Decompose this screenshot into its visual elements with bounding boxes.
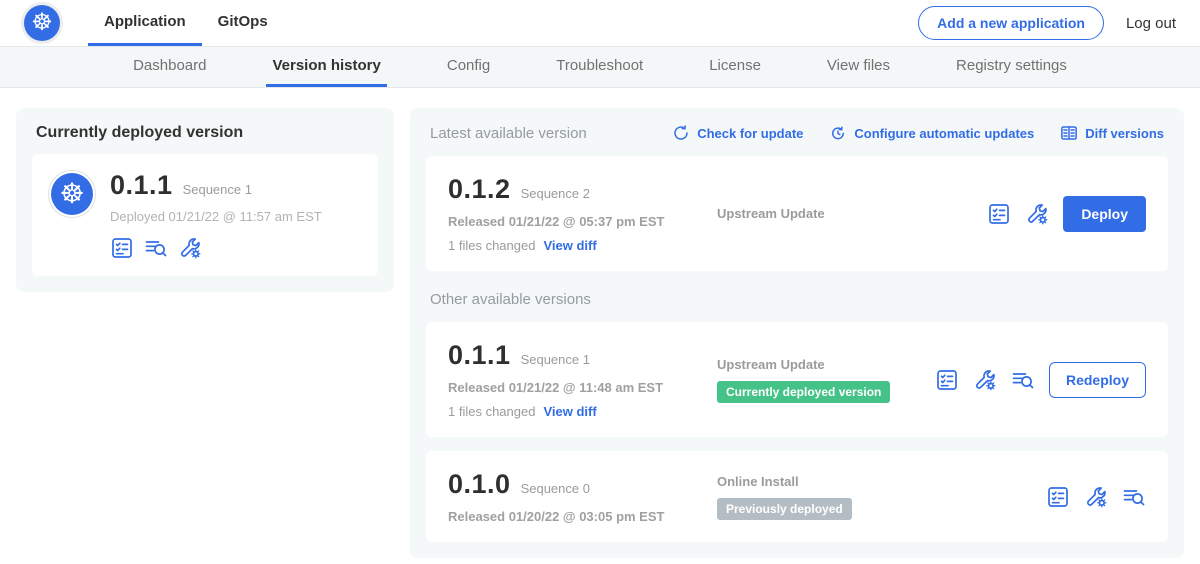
source-label: Upstream Update — [717, 206, 987, 221]
deployed-card-body: 0.1.1 Sequence 1 Deployed 01/21/22 @ 11:… — [110, 170, 322, 260]
diff-versions-label: Diff versions — [1085, 126, 1164, 141]
released-timestamp: Released 01/21/22 @ 05:37 pm EST — [448, 214, 703, 229]
check-for-update-label: Check for update — [697, 126, 803, 141]
subnav-license[interactable]: License — [703, 47, 767, 87]
header-right: Add a new application Log out — [918, 0, 1176, 46]
version-info: 0.1.2 Sequence 2 Released 01/21/22 @ 05:… — [448, 174, 703, 253]
version-actions — [1046, 485, 1146, 509]
app-subnav: Dashboard Version history Config Trouble… — [0, 46, 1200, 88]
versions-panel-header: Latest available version Check for updat… — [430, 124, 1164, 142]
config-icon[interactable] — [1025, 202, 1049, 226]
subnav-dashboard-label: Dashboard — [133, 57, 206, 74]
subnav-view-files[interactable]: View files — [821, 47, 896, 87]
top-header: ☸ Application GitOps Add a new applicati… — [0, 0, 1200, 46]
main-content: Currently deployed version ☸ 0.1.1 Seque… — [0, 88, 1200, 564]
redeploy-button[interactable]: Redeploy — [1049, 362, 1146, 398]
view-diff-link[interactable]: View diff — [543, 238, 596, 253]
versions-panel-actions: Check for update Configure automatic upd… — [672, 124, 1164, 142]
view-diff-link[interactable]: View diff — [543, 404, 596, 419]
currently-deployed-title: Currently deployed version — [36, 124, 374, 142]
subnav-version-history[interactable]: Version history — [266, 47, 386, 87]
deployed-sequence: Sequence 1 — [183, 182, 252, 197]
previously-deployed-badge: Previously deployed — [717, 498, 852, 520]
configure-automatic-updates-link[interactable]: Configure automatic updates — [829, 124, 1034, 142]
subnav-version-history-label: Version history — [272, 57, 380, 74]
logs-icon[interactable] — [1011, 368, 1035, 392]
versions-panel: Latest available version Check for updat… — [410, 108, 1184, 558]
config-icon[interactable] — [973, 368, 997, 392]
kubernetes-logo-icon: ☸ — [24, 5, 60, 41]
release-notes-icon[interactable] — [1046, 485, 1070, 509]
deployed-actions — [110, 236, 322, 260]
tab-application[interactable]: Application — [88, 0, 202, 46]
release-notes-icon[interactable] — [987, 202, 1011, 226]
version-source: Upstream Update Currently deployed versi… — [703, 357, 935, 403]
subnav-license-label: License — [709, 57, 761, 74]
deployed-version: 0.1.1 — [110, 170, 173, 201]
version-actions: Redeploy — [935, 362, 1146, 398]
files-changed: 1 files changed — [448, 238, 535, 253]
version-source: Online Install Previously deployed — [703, 474, 1046, 520]
logs-icon[interactable] — [144, 236, 168, 260]
subnav-registry-settings[interactable]: Registry settings — [950, 47, 1073, 87]
currently-deployed-card: ☸ 0.1.1 Sequence 1 Deployed 01/21/22 @ 1… — [32, 154, 378, 276]
version-number: 0.1.1 — [448, 340, 511, 371]
release-notes-icon[interactable] — [935, 368, 959, 392]
app-root: ☸ Application GitOps Add a new applicati… — [0, 0, 1200, 564]
subnav-registry-settings-label: Registry settings — [956, 57, 1067, 74]
latest-version-title: Latest available version — [430, 125, 587, 142]
subnav-config[interactable]: Config — [441, 47, 496, 87]
refresh-icon — [672, 124, 690, 142]
add-application-button[interactable]: Add a new application — [918, 6, 1104, 40]
subnav-config-label: Config — [447, 57, 490, 74]
released-timestamp: Released 01/20/22 @ 03:05 pm EST — [448, 509, 703, 524]
version-actions: Deploy — [987, 196, 1146, 232]
tab-gitops-label: GitOps — [218, 13, 268, 30]
version-row-0-1-0: 0.1.0 Sequence 0 Released 01/20/22 @ 03:… — [426, 451, 1168, 542]
version-info: 0.1.0 Sequence 0 Released 01/20/22 @ 03:… — [448, 469, 703, 524]
diff-versions-link[interactable]: Diff versions — [1060, 124, 1164, 142]
deploy-button[interactable]: Deploy — [1063, 196, 1146, 232]
released-timestamp: Released 01/21/22 @ 11:48 am EST — [448, 380, 703, 395]
configure-automatic-updates-label: Configure automatic updates — [854, 126, 1034, 141]
version-number: 0.1.0 — [448, 469, 511, 500]
currently-deployed-badge: Currently deployed version — [717, 381, 890, 403]
schedule-icon — [829, 124, 847, 142]
version-sequence: Sequence 2 — [521, 186, 590, 201]
subnav-view-files-label: View files — [827, 57, 890, 74]
subnav-troubleshoot[interactable]: Troubleshoot — [550, 47, 649, 87]
subnav-dashboard[interactable]: Dashboard — [127, 47, 212, 87]
version-source: Upstream Update — [703, 206, 987, 221]
tab-gitops[interactable]: GitOps — [202, 0, 284, 46]
version-info: 0.1.1 Sequence 1 Released 01/21/22 @ 11:… — [448, 340, 703, 419]
diff-icon — [1060, 124, 1078, 142]
version-sequence: Sequence 1 — [521, 352, 590, 367]
app-logo: ☸ — [48, 170, 96, 218]
version-row-0-1-1: 0.1.1 Sequence 1 Released 01/21/22 @ 11:… — [426, 322, 1168, 437]
kubernetes-wheel-icon: ☸ — [51, 173, 93, 215]
logs-icon[interactable] — [1122, 485, 1146, 509]
source-label: Upstream Update — [717, 357, 935, 372]
version-sequence: Sequence 0 — [521, 481, 590, 496]
deployed-timestamp: Deployed 01/21/22 @ 11:57 am EST — [110, 209, 322, 224]
version-number: 0.1.2 — [448, 174, 511, 205]
version-row-0-1-2: 0.1.2 Sequence 2 Released 01/21/22 @ 05:… — [426, 156, 1168, 271]
other-versions-title: Other available versions — [430, 291, 1164, 308]
header-tabs: Application GitOps — [88, 0, 284, 46]
check-for-update-link[interactable]: Check for update — [672, 124, 803, 142]
source-label: Online Install — [717, 474, 1046, 489]
config-icon[interactable] — [178, 236, 202, 260]
config-icon[interactable] — [1084, 485, 1108, 509]
currently-deployed-panel: Currently deployed version ☸ 0.1.1 Seque… — [16, 108, 394, 292]
tab-application-label: Application — [104, 13, 186, 30]
release-notes-icon[interactable] — [110, 236, 134, 260]
files-changed: 1 files changed — [448, 404, 535, 419]
subnav-items: Dashboard Version history Config Trouble… — [127, 47, 1073, 87]
subnav-troubleshoot-label: Troubleshoot — [556, 57, 643, 74]
logout-button[interactable]: Log out — [1126, 15, 1176, 32]
